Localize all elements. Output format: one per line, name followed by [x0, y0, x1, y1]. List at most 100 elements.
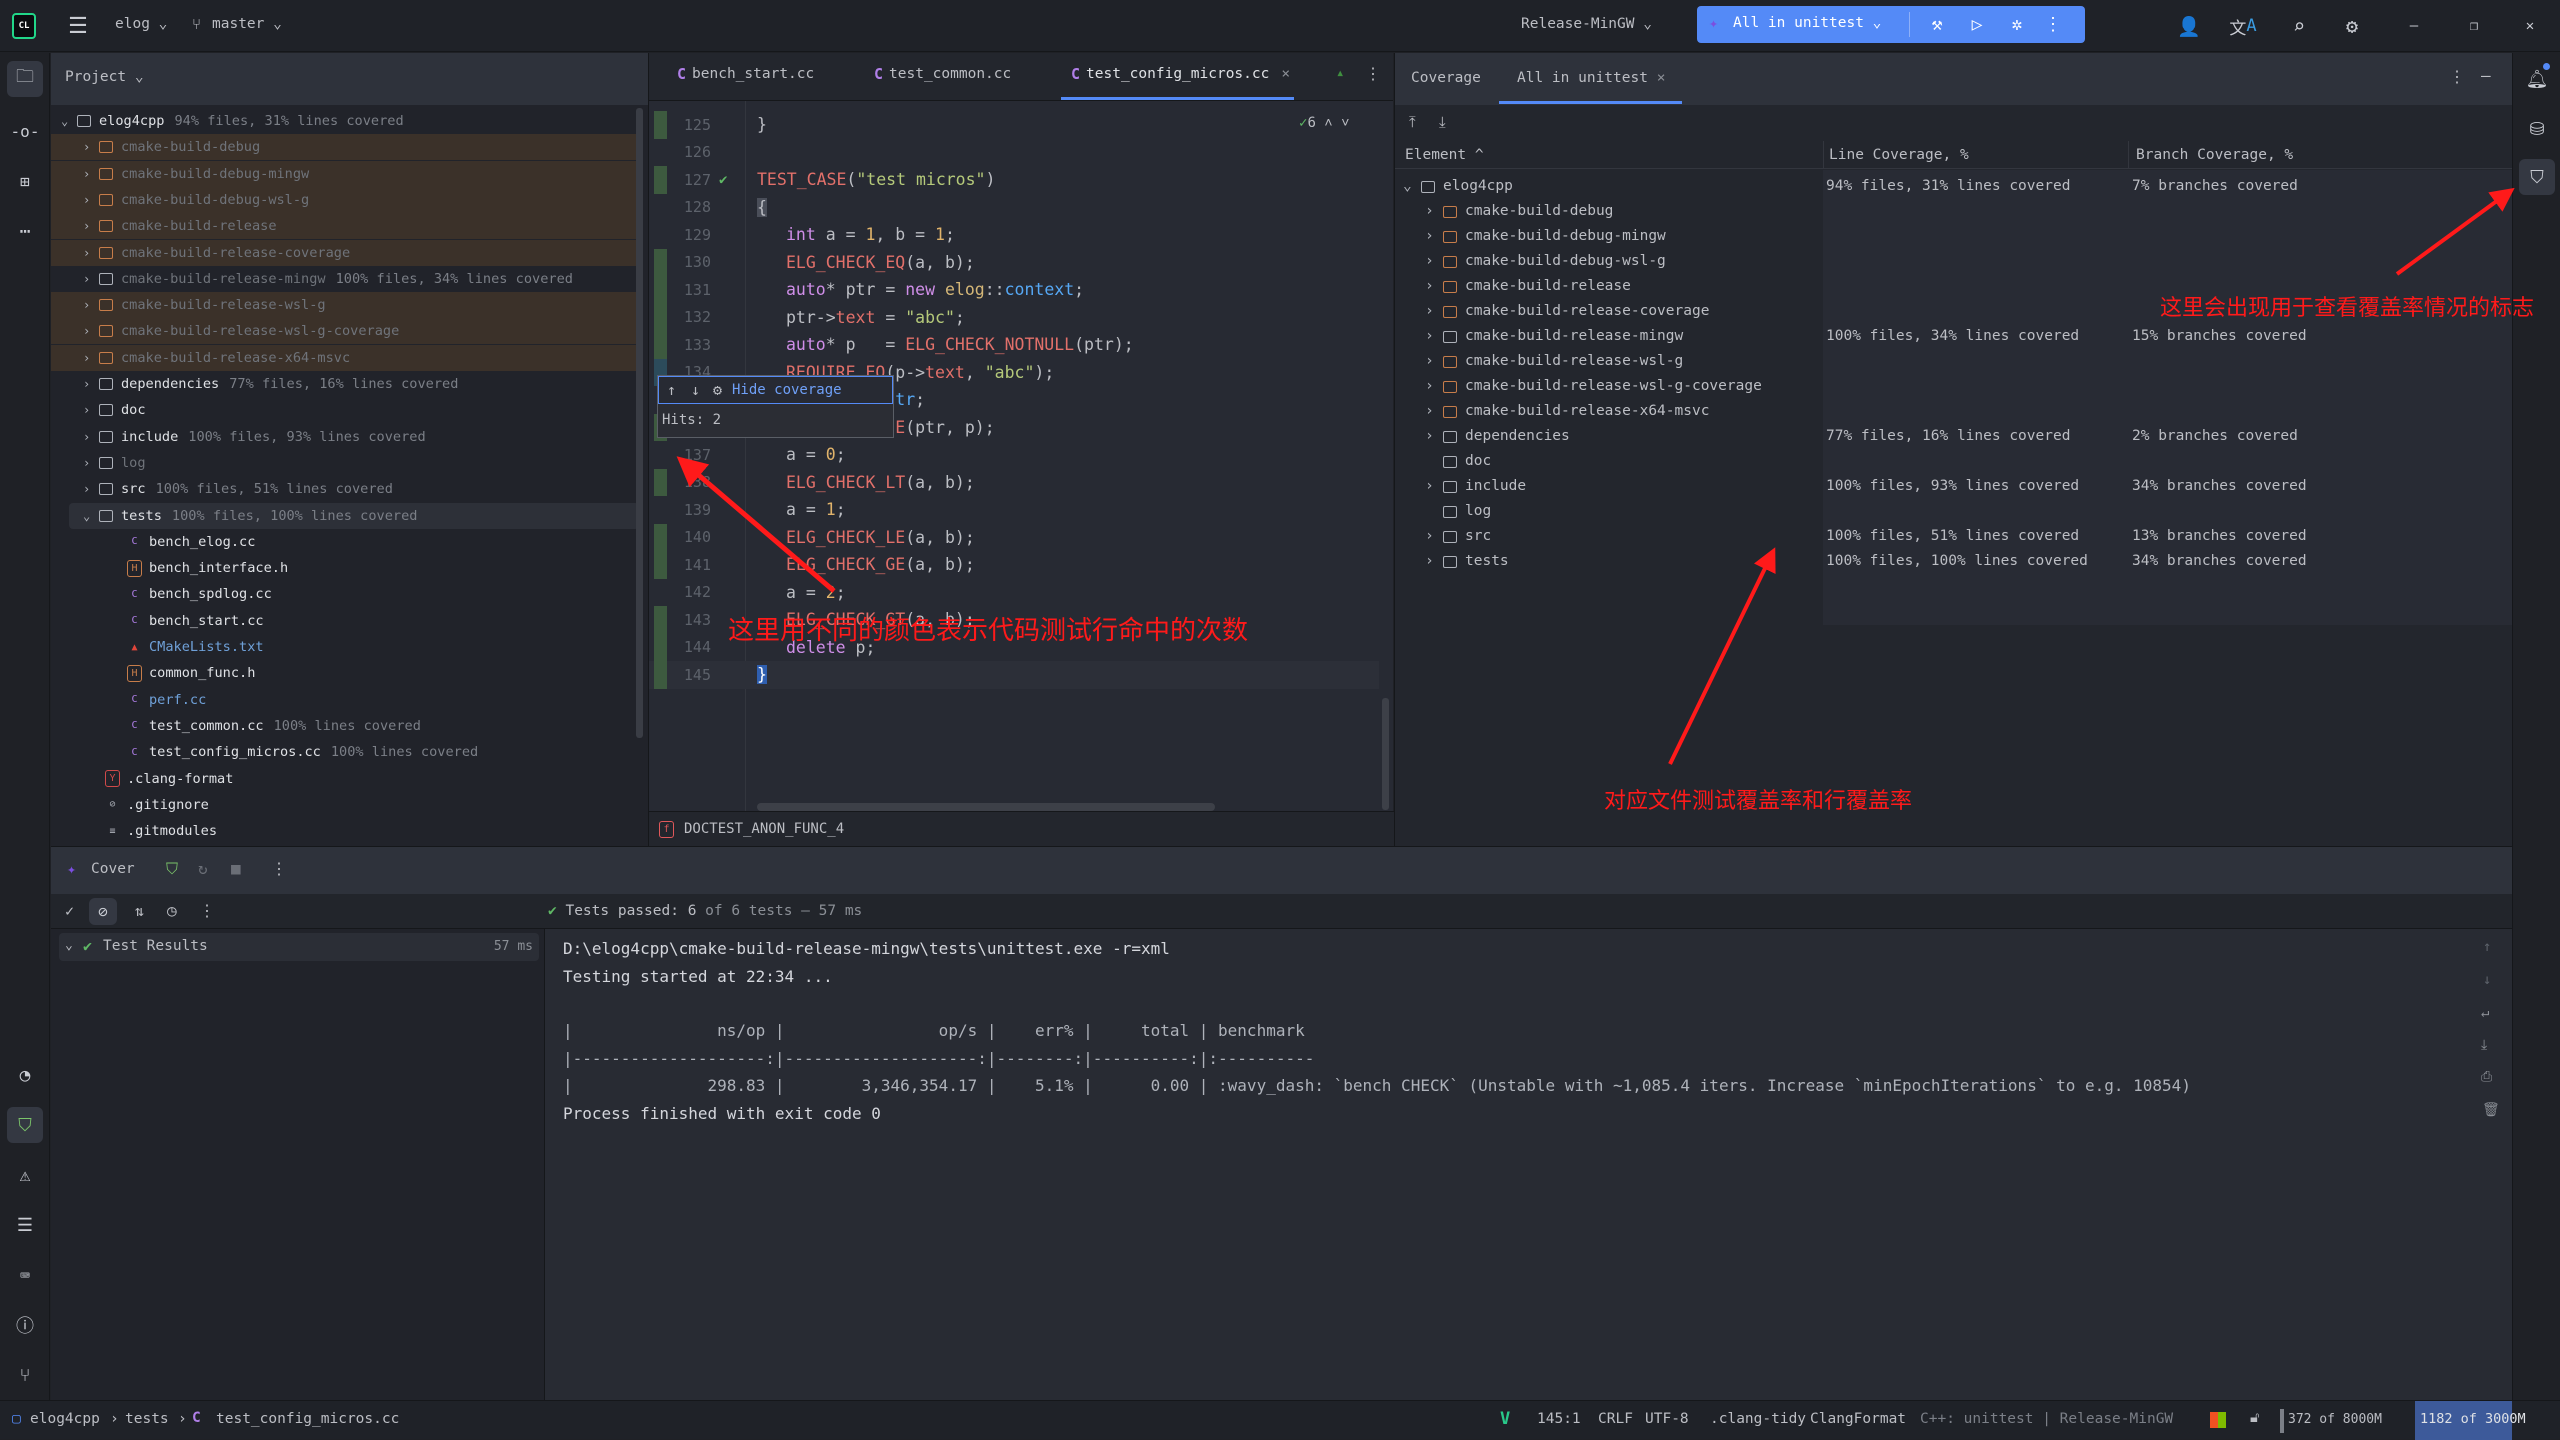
- structure-icon[interactable]: ⊞: [7, 163, 43, 199]
- tree-item[interactable]: Cbench_start.cc: [51, 608, 641, 634]
- tree-item[interactable]: › cmake-build-debug: [51, 134, 641, 161]
- print-icon[interactable]: ⎙: [2481, 1069, 2492, 1085]
- code-line[interactable]: 131 auto* ptr = new elog::context;: [649, 276, 1379, 304]
- editor-horizontal-scrollbar[interactable]: [757, 803, 1215, 811]
- coverage-row[interactable]: › tests 100% files, 100% lines covered 34% …: [1395, 550, 2513, 575]
- info-icon[interactable]: ⓘ: [7, 1307, 43, 1343]
- chevron-icon[interactable]: ›: [1425, 553, 1434, 569]
- scroll-down-icon[interactable]: ↓: [2483, 972, 2491, 988]
- settings-gear-icon[interactable]: ⚙: [713, 381, 722, 399]
- coverage-gutter-marker[interactable]: [654, 633, 667, 661]
- chevron-right-icon[interactable]: ›: [83, 456, 99, 470]
- project-scrollbar[interactable]: [636, 108, 643, 738]
- coverage-gutter-marker[interactable]: [654, 248, 667, 276]
- chevron-icon[interactable]: ›: [1425, 528, 1434, 544]
- project-selector[interactable]: elog ⌄: [115, 16, 167, 32]
- tab-all-in-unittest[interactable]: All in unittest ×: [1517, 70, 1665, 86]
- minimize-icon[interactable]: –: [2402, 13, 2426, 39]
- code-line[interactable]: 127 ✔ TEST_CASE("test micros"): [649, 166, 1379, 194]
- chevron-down-icon[interactable]: ⌄: [65, 938, 73, 953]
- show-ignored-icon[interactable]: ⊘: [89, 898, 117, 925]
- scroll-to-end-icon[interactable]: ⤓: [2481, 1037, 2487, 1053]
- search-icon[interactable]: ⌕: [2286, 13, 2312, 39]
- coverage-row[interactable]: › cmake-build-release-x64-msvc: [1395, 400, 2513, 425]
- coverage-row[interactable]: › cmake-build-release-wsl-g: [1395, 350, 2513, 375]
- chevron-icon[interactable]: ›: [1425, 278, 1434, 294]
- code-line[interactable]: 132 ptr->text = "abc";: [649, 303, 1379, 331]
- chevron-right-icon[interactable]: ›: [83, 246, 99, 260]
- editor-vertical-scrollbar[interactable]: [1382, 698, 1389, 810]
- code-line[interactable]: 129 int a = 1, b = 1;: [649, 221, 1379, 249]
- tree-item[interactable]: › src 100% files, 51% lines covered: [51, 476, 641, 502]
- sort-duration-clock-icon[interactable]: ◷: [167, 901, 177, 920]
- breadcrumb-file[interactable]: test_config_micros.cc: [216, 1411, 399, 1427]
- tree-item[interactable]: ▲ CMakeLists.txt: [51, 634, 641, 660]
- coverage-row[interactable]: › src 100% files, 51% lines covered 13% bra…: [1395, 525, 2513, 550]
- tree-item[interactable]: › cmake-build-release: [51, 213, 641, 240]
- tree-item[interactable]: › dependencies 77% files, 16% lines covere…: [51, 371, 641, 397]
- tree-item[interactable]: Y .clang-format: [51, 766, 641, 792]
- tab-bench-start[interactable]: Cbench_start.cc: [677, 65, 814, 83]
- chevron-down-icon[interactable]: ⌄: [83, 509, 99, 523]
- chevron-right-icon[interactable]: ›: [83, 167, 99, 181]
- more-tools-icon[interactable]: ⋯: [7, 213, 43, 249]
- restore-icon[interactable]: ❐: [2462, 13, 2486, 39]
- coverage-gutter-marker[interactable]: [654, 166, 667, 194]
- rerun-failed-icon[interactable]: ↻: [198, 859, 208, 878]
- project-view-selector[interactable]: Project ⌄: [65, 69, 144, 85]
- column-element[interactable]: Element ^: [1405, 147, 1484, 163]
- test-passed-run-icon[interactable]: ✔: [719, 172, 727, 188]
- terminal-icon[interactable]: ⌨: [7, 1257, 43, 1293]
- chevron-right-icon[interactable]: ›: [83, 403, 99, 417]
- code-line[interactable]: 139 a = 1;: [649, 496, 1379, 524]
- tree-item[interactable]: ⌄ tests 100% files, 100% lines covered: [69, 502, 639, 529]
- clear-trash-icon[interactable]: 🗑︎: [2482, 1102, 2500, 1118]
- chevron-icon[interactable]: ›: [1425, 328, 1434, 344]
- project-folder-icon[interactable]: 🗀: [7, 61, 43, 97]
- coverage-row[interactable]: ⌄ elog4cpp 94% files, 31% lines covered 7% …: [1395, 175, 2513, 200]
- todo-list-icon[interactable]: ☰: [7, 1207, 43, 1243]
- chevron-icon[interactable]: ⌄: [1403, 178, 1412, 194]
- tree-item[interactable]: › include 100% files, 93% lines covered: [51, 424, 641, 450]
- chevron-right-icon[interactable]: ›: [83, 351, 99, 365]
- caret-position[interactable]: 145:1: [1537, 1411, 1581, 1427]
- settings-gear-icon[interactable]: ⚙: [2339, 13, 2365, 39]
- tab-test-config-micros[interactable]: Ctest_config_micros.cc ×: [1071, 65, 1290, 83]
- close-tab-icon[interactable]: ×: [1281, 66, 1290, 82]
- memory-indicator[interactable]: 372 of 8000M: [2288, 1412, 2382, 1427]
- code-area[interactable]: 125} 126 127 ✔ TEST_CASE("test micros") 128{1…: [649, 101, 1379, 811]
- tree-item[interactable]: › log: [51, 450, 641, 476]
- previous-arrow-icon[interactable]: ↑: [667, 381, 676, 399]
- coverage-gutter-marker[interactable]: [654, 331, 667, 359]
- column-divider[interactable]: [1823, 141, 1824, 169]
- collapse-all-icon[interactable]: ⤓: [1439, 113, 1446, 131]
- function-breadcrumb[interactable]: DOCTEST_ANON_FUNC_4: [684, 821, 844, 837]
- chevron-right-icon[interactable]: ›: [83, 430, 99, 444]
- tab-test-common[interactable]: Ctest_common.cc: [874, 65, 1011, 83]
- tree-item[interactable]: › cmake-build-debug-wsl-g: [51, 186, 641, 213]
- chevron-icon[interactable]: ›: [1425, 403, 1434, 419]
- chevron-right-icon[interactable]: ›: [83, 324, 99, 338]
- coverage-row[interactable]: › dependencies 77% files, 16% lines covere…: [1395, 425, 2513, 450]
- tree-item[interactable]: Cbench_elog.cc: [51, 529, 641, 555]
- read-only-lock-icon[interactable]: 🔓︎: [2250, 1410, 2259, 1426]
- tree-item[interactable]: › doc: [51, 397, 641, 423]
- code-line[interactable]: 128 {: [649, 194, 1379, 222]
- chevron-right-icon[interactable]: ›: [83, 272, 99, 286]
- tree-item[interactable]: Cbench_spdlog.cc: [51, 581, 641, 607]
- main-menu-icon[interactable]: ☰: [66, 14, 90, 39]
- coverage-gutter-marker[interactable]: [654, 111, 667, 139]
- chevron-icon[interactable]: ›: [1425, 253, 1434, 269]
- formatter-status[interactable]: ClangFormat: [1810, 1411, 1906, 1427]
- tree-item[interactable]: ⌄ elog4cpp 94% files, 31% lines covered: [51, 108, 641, 134]
- tree-item[interactable]: Hcommon_func.h: [51, 660, 641, 686]
- chevron-icon[interactable]: ›: [1425, 378, 1434, 394]
- git-branch-icon[interactable]: ⑂: [7, 1357, 43, 1393]
- problems-warning-icon[interactable]: ⚠: [7, 1157, 43, 1193]
- code-line[interactable]: 137 a = 0;: [649, 441, 1379, 469]
- more-icon[interactable]: ⋮: [199, 901, 215, 920]
- chevron-down-icon[interactable]: ⌄: [61, 114, 77, 128]
- inspection-widget[interactable]: ✓6 ˄ ˅: [1299, 115, 1350, 132]
- more-icon[interactable]: ⋮: [2449, 67, 2465, 86]
- chevron-icon[interactable]: ›: [1425, 353, 1434, 369]
